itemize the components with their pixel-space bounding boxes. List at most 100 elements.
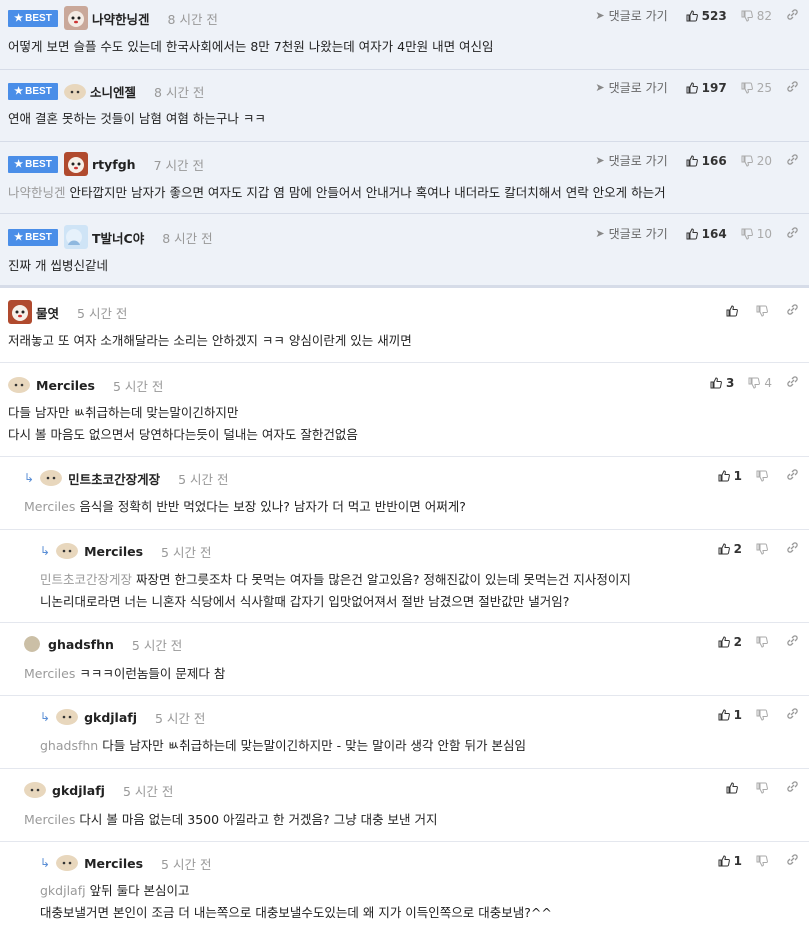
upvote-count: 1 (733, 708, 742, 722)
thumbs-up-icon (718, 855, 730, 867)
upvote-button[interactable]: 3 (710, 376, 734, 390)
downvote-button[interactable] (756, 470, 772, 482)
reply-mention[interactable]: Merciles (24, 499, 75, 514)
downvote-button[interactable] (756, 636, 772, 648)
link-icon[interactable] (786, 541, 799, 557)
goto-comment-link[interactable]: ➤ 댓글로 가기 (595, 152, 667, 169)
best-badge: ★ BEST (8, 228, 58, 246)
send-arrow-icon: ➤ (595, 81, 605, 94)
thumbs-up-icon (686, 81, 698, 93)
goto-comment-link[interactable]: ➤ 댓글로 가기 (595, 79, 667, 96)
timestamp: 8 시간 전 (167, 11, 218, 27)
upvote-button[interactable]: 2 (718, 542, 742, 556)
author-name[interactable]: 소니엔젤 (90, 82, 136, 101)
avatar[interactable] (40, 470, 63, 486)
timestamp: 5 시간 전 (112, 378, 164, 394)
upvote-button[interactable]: 164 (686, 227, 727, 241)
author-name[interactable]: gkdjlafj (52, 783, 105, 798)
goto-comment-link[interactable]: ➤ 댓글로 가기 (595, 225, 667, 242)
upvote-button[interactable]: 1 (718, 469, 742, 483)
author-name[interactable]: 물엿 (36, 303, 59, 322)
avatar[interactable] (24, 782, 46, 798)
best-label: BEST (25, 158, 52, 170)
link-icon[interactable] (786, 303, 799, 319)
author-name[interactable]: 나약한닝겐 (92, 9, 150, 28)
reply-mention[interactable]: 나약한닝겐 (8, 185, 66, 200)
downvote-button[interactable]: 82 (741, 9, 772, 23)
downvote-button[interactable] (756, 305, 772, 317)
upvote-button[interactable]: 1 (718, 708, 742, 722)
thumbs-down-icon (756, 782, 768, 794)
link-icon[interactable] (786, 226, 799, 242)
avatar[interactable] (8, 300, 32, 324)
reply-mention[interactable]: gkdjlafj (40, 883, 86, 898)
downvote-button[interactable] (756, 782, 772, 794)
avatar[interactable] (24, 636, 40, 652)
thumbs-up-icon (710, 377, 722, 389)
upvote-button[interactable]: 523 (686, 9, 727, 23)
star-icon: ★ (14, 158, 24, 170)
author-name[interactable]: gkdjlafj (84, 710, 137, 725)
link-icon[interactable] (786, 468, 799, 484)
goto-label: 댓글로 가기 (608, 227, 668, 241)
author-name[interactable]: Merciles (84, 544, 143, 559)
author-name[interactable]: T발너C야 (92, 228, 144, 247)
downvote-button[interactable] (756, 543, 772, 555)
link-icon[interactable] (786, 8, 799, 24)
avatar[interactable] (64, 6, 88, 30)
reply-mention[interactable]: Merciles (24, 666, 75, 681)
author-name[interactable]: ghadsfhn (48, 637, 114, 652)
author-name[interactable]: Merciles (84, 856, 143, 871)
upvote-button[interactable]: 197 (686, 81, 727, 95)
author-name[interactable]: 민트초코간장게장 (68, 469, 160, 488)
star-icon: ★ (14, 85, 24, 97)
thumbs-up-icon (718, 470, 730, 482)
reply-mention[interactable]: 민트초코간장게장 (40, 572, 132, 587)
upvote-button[interactable] (726, 782, 742, 794)
thumbs-down-icon (741, 82, 753, 94)
goto-comment-link[interactable]: ➤ 댓글로 가기 (595, 7, 667, 24)
link-icon[interactable] (786, 634, 799, 650)
avatar[interactable] (64, 84, 86, 100)
author-name[interactable]: Merciles (36, 378, 95, 393)
avatar[interactable] (56, 855, 79, 871)
downvote-button[interactable] (756, 709, 772, 721)
downvote-button[interactable] (756, 855, 772, 867)
goto-label: 댓글로 가기 (608, 81, 668, 95)
timestamp: 5 시간 전 (161, 544, 212, 560)
star-icon: ★ (14, 12, 24, 24)
link-icon[interactable] (786, 853, 799, 869)
comment-text: 다시 볼 마음 없는데 3500 아낄라고 한 거겠음? 그냥 대충 보낸 거지 (79, 812, 438, 827)
downvote-count: 82 (756, 8, 772, 23)
comment-text: 짜장면 한그릇조차 다 못먹는 여자들 많은건 알고있음? 정해진값이 있는데 … (136, 572, 631, 587)
link-icon[interactable] (786, 153, 799, 169)
downvote-button[interactable]: 4 (748, 376, 772, 390)
downvote-button[interactable]: 20 (741, 154, 772, 168)
goto-label: 댓글로 가기 (608, 9, 668, 23)
link-icon[interactable] (786, 780, 799, 796)
upvote-button[interactable]: 1 (718, 854, 742, 868)
link-icon[interactable] (786, 80, 799, 96)
avatar[interactable] (64, 225, 88, 249)
avatar[interactable] (56, 543, 79, 559)
upvote-button[interactable]: 2 (718, 635, 742, 649)
comment-body: Merciles 다시 볼 마음 없는데 3500 아낄라고 한 거겠음? 그냥 … (24, 809, 438, 831)
author-name[interactable]: rtyfgh (92, 157, 136, 172)
upvote-button[interactable]: 166 (686, 154, 727, 168)
reply-comment: gkdjlafj 5 시간 전 Merciles 다시 볼 마음 없는데 3500… (0, 769, 809, 842)
link-icon[interactable] (786, 375, 799, 391)
comment-list: ★ BEST 나약한닝겐 8 시간 전 어떻게 보면 슬플 수도 있는데 한국사회… (0, 0, 809, 932)
avatar[interactable] (56, 709, 79, 725)
reply-arrow-icon: ↳ (40, 710, 51, 724)
downvote-button[interactable]: 10 (741, 227, 772, 241)
comment-body: 저래놓고 또 여자 소개해달라는 소리는 안하겠지 ㅋㅋ 양심이란게 있는 새끼… (8, 330, 412, 352)
upvote-button[interactable] (726, 305, 742, 317)
best-badge: ★ BEST (8, 82, 58, 100)
link-icon[interactable] (786, 707, 799, 723)
avatar[interactable] (8, 377, 30, 393)
reply-mention[interactable]: Merciles (24, 812, 75, 827)
best-comment: ★ BEST T발너C야 8 시간 전 진짜 개 씹병신같네 ➤ 댓글로 가기 16… (0, 214, 809, 288)
avatar[interactable] (64, 152, 88, 176)
downvote-button[interactable]: 25 (741, 81, 772, 95)
reply-mention[interactable]: ghadsfhn (40, 738, 98, 753)
